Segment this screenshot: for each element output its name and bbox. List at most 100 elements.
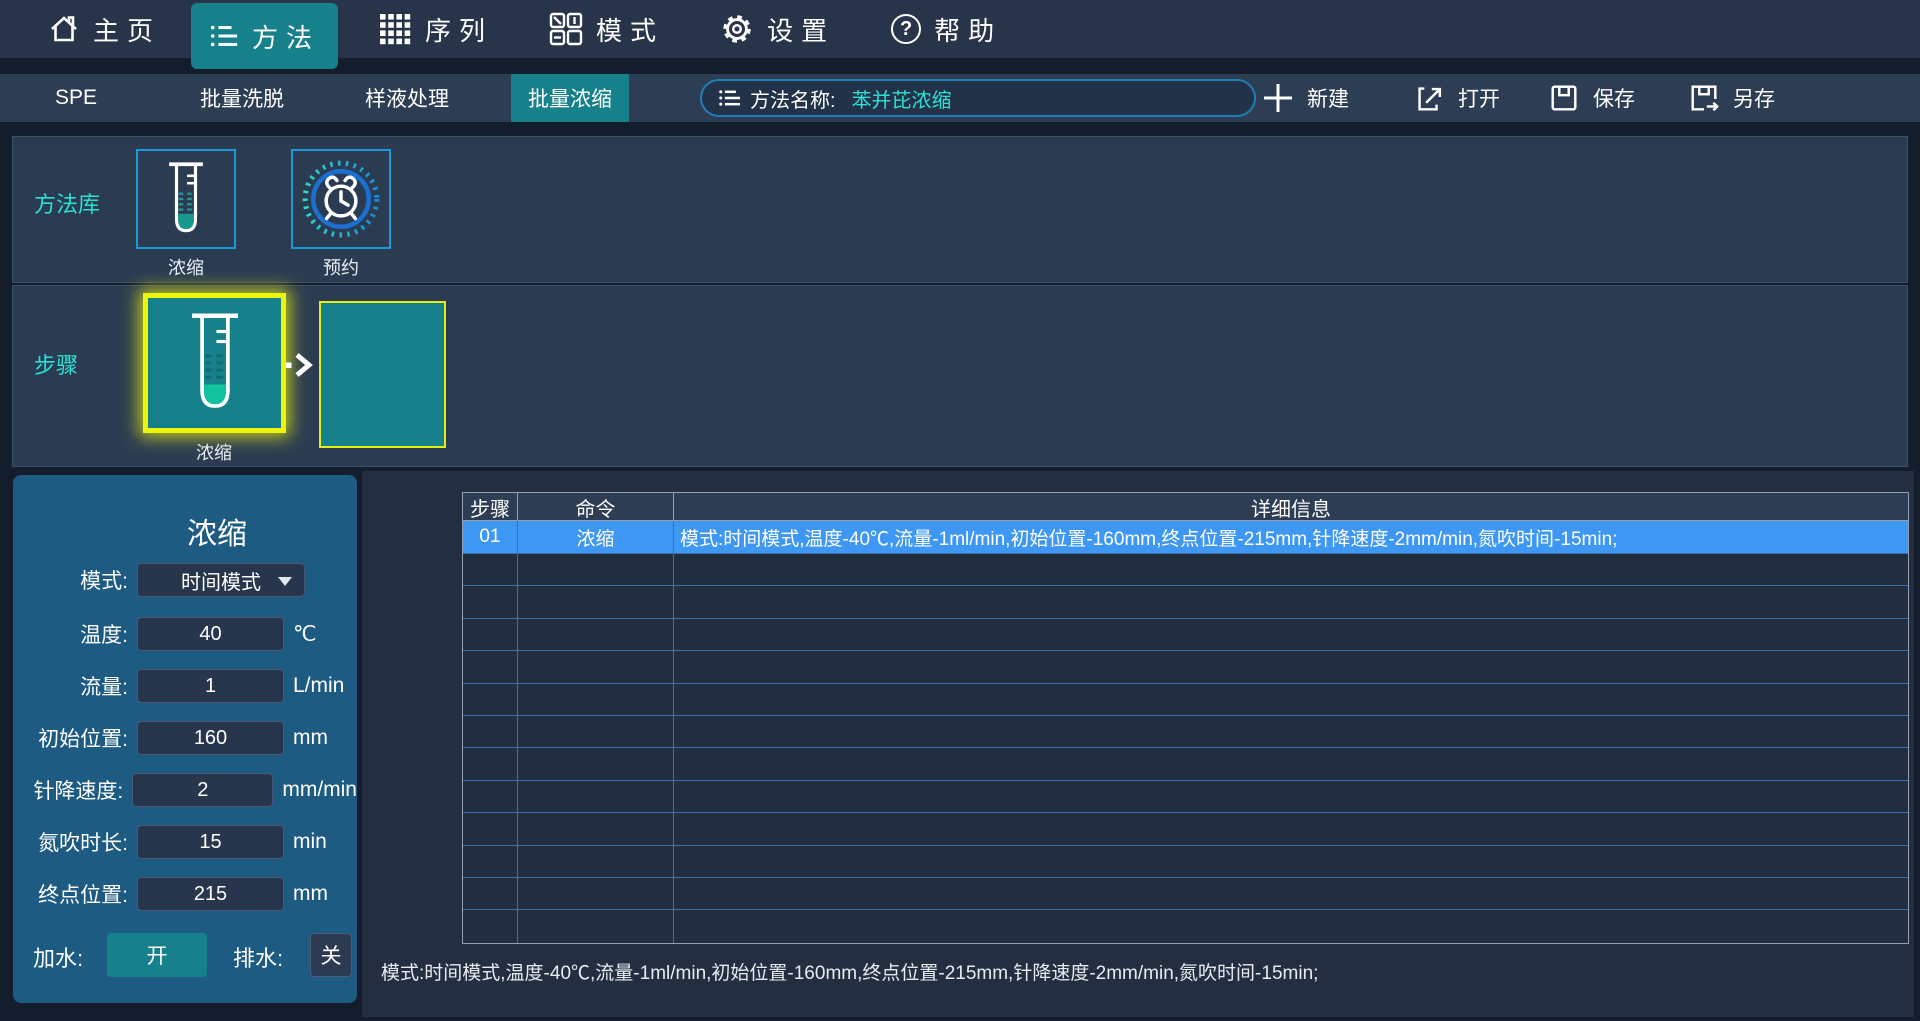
table-row-selected[interactable]: 01 浓缩 模式:时间模式,温度-40℃,流量-1ml/min,初始位置-160… bbox=[463, 521, 1908, 554]
drain-label: 排水: bbox=[233, 941, 283, 973]
method-name-value: 苯并芘浓缩 bbox=[852, 84, 952, 113]
nav-label: 方法 bbox=[252, 18, 320, 55]
test-tube-icon bbox=[182, 310, 248, 416]
nav-item-mode[interactable]: 模式 bbox=[549, 0, 664, 58]
help-icon: ? bbox=[891, 14, 921, 44]
table-row-empty[interactable] bbox=[463, 878, 1908, 910]
field-mode: 模式: 时间模式 bbox=[13, 563, 357, 597]
dropdown-caret-icon bbox=[278, 577, 292, 586]
table-row-empty[interactable] bbox=[463, 716, 1908, 748]
field-unit: min bbox=[293, 830, 327, 854]
field-label: 氮吹时长: bbox=[13, 827, 128, 857]
save-as-button[interactable]: 另存 bbox=[1688, 74, 1775, 122]
table-row-empty[interactable] bbox=[463, 554, 1908, 586]
water-add-toggle[interactable]: 开 bbox=[107, 933, 207, 977]
app-window: 主页 方法 序列 bbox=[0, 0, 1920, 1021]
method-library-section: 方法库 浓缩 bbox=[12, 136, 1908, 283]
new-button[interactable]: 新建 bbox=[1262, 74, 1349, 122]
save-icon bbox=[1548, 82, 1580, 114]
toggle-row: 加水: 开 排水: 关 bbox=[13, 933, 357, 977]
field-label: 流量: bbox=[13, 671, 128, 701]
mode-blocks-icon bbox=[549, 12, 583, 46]
status-text: 模式:时间模式,温度-40℃,流量-1ml/min,初始位置-160mm,终点位… bbox=[381, 958, 1901, 985]
home-icon bbox=[48, 13, 80, 45]
table-row-empty[interactable] bbox=[463, 684, 1908, 716]
table-row-empty[interactable] bbox=[463, 846, 1908, 878]
tab-batch-concentration[interactable]: 批量浓缩 bbox=[511, 74, 629, 122]
steps-table: 步骤 命令 详细信息 01 浓缩 模式:时间模式,温度-40℃,流量-1ml/m… bbox=[462, 492, 1909, 944]
method-name-field[interactable]: 方法名称: 苯并芘浓缩 bbox=[700, 79, 1256, 117]
nav-label: 主页 bbox=[93, 11, 161, 48]
nitrogen-time-input[interactable]: 15 bbox=[137, 825, 284, 859]
field-needle-speed: 针降速度: 2 mm/min bbox=[13, 773, 357, 807]
table-body: 01 浓缩 模式:时间模式,温度-40℃,流量-1ml/min,初始位置-160… bbox=[463, 521, 1908, 943]
nav-item-help[interactable]: ? 帮助 bbox=[891, 0, 1002, 58]
library-item-label: 浓缩 bbox=[116, 254, 256, 280]
col-step: 步骤 bbox=[463, 493, 518, 522]
params-panel: 浓缩 模式: 时间模式 温度: 40 ℃ 流量: 1 L/min 初始位置: 1… bbox=[13, 475, 357, 1003]
arrow-next-icon bbox=[286, 352, 316, 378]
step-item-concentrate[interactable] bbox=[143, 293, 286, 433]
field-label: 温度: bbox=[13, 619, 128, 649]
nav-item-method[interactable]: 方法 bbox=[191, 3, 338, 69]
table-row-empty[interactable] bbox=[463, 781, 1908, 813]
flow-input[interactable]: 1 bbox=[137, 669, 284, 703]
col-detail: 详细信息 bbox=[674, 493, 1908, 522]
field-unit: L/min bbox=[293, 674, 344, 698]
nav-item-home[interactable]: 主页 bbox=[48, 0, 161, 58]
needle-speed-input[interactable]: 2 bbox=[132, 773, 273, 807]
table-header: 步骤 命令 详细信息 bbox=[463, 493, 1908, 521]
col-command: 命令 bbox=[518, 493, 674, 522]
method-tab-bar: SPE 批量洗脱 样液处理 批量浓缩 方法名称: 苯并芘浓缩 bbox=[0, 74, 1920, 122]
water-add-label: 加水: bbox=[33, 941, 83, 973]
table-row-empty[interactable] bbox=[463, 813, 1908, 845]
field-unit: mm/min bbox=[282, 778, 357, 802]
field-label: 针降速度: bbox=[13, 775, 123, 805]
tab-sample-processing[interactable]: 样液处理 bbox=[337, 74, 477, 122]
gear-icon bbox=[720, 12, 754, 46]
open-button[interactable]: 打开 bbox=[1413, 74, 1500, 122]
steps-label: 步骤 bbox=[34, 348, 78, 380]
steps-section: 步骤 浓缩 bbox=[12, 285, 1908, 467]
panel-title: 浓缩 bbox=[13, 509, 357, 553]
field-unit: ℃ bbox=[293, 622, 317, 647]
nav-item-settings[interactable]: 设置 bbox=[720, 0, 835, 58]
test-tube-icon bbox=[161, 160, 211, 238]
plus-icon bbox=[1262, 82, 1294, 114]
nav-item-sequence[interactable]: 序列 bbox=[378, 0, 493, 58]
tab-spe[interactable]: SPE bbox=[36, 74, 116, 122]
field-end-position: 终点位置: 215 mm bbox=[13, 877, 357, 911]
library-item-concentrate[interactable] bbox=[136, 149, 236, 249]
field-temperature: 温度: 40 ℃ bbox=[13, 617, 357, 651]
nav-label: 序列 bbox=[425, 11, 493, 48]
table-row-empty[interactable] bbox=[463, 651, 1908, 683]
field-unit: mm bbox=[293, 882, 328, 906]
step-slot-empty[interactable] bbox=[319, 301, 446, 448]
end-position-input[interactable]: 215 bbox=[137, 877, 284, 911]
method-list-icon bbox=[209, 22, 239, 50]
tab-batch-elution[interactable]: 批量洗脱 bbox=[172, 74, 312, 122]
field-label: 模式: bbox=[13, 565, 128, 595]
table-row-empty[interactable] bbox=[463, 910, 1908, 942]
nav-label: 帮助 bbox=[934, 11, 1002, 48]
table-row-empty[interactable] bbox=[463, 748, 1908, 780]
mode-select[interactable]: 时间模式 bbox=[137, 563, 305, 597]
start-position-input[interactable]: 160 bbox=[137, 721, 284, 755]
list-icon bbox=[718, 88, 740, 108]
step-item-label: 浓缩 bbox=[144, 439, 284, 465]
nav-label: 模式 bbox=[596, 11, 664, 48]
field-label: 终点位置: bbox=[13, 879, 128, 909]
field-start-position: 初始位置: 160 mm bbox=[13, 721, 357, 755]
drain-toggle[interactable]: 关 bbox=[310, 933, 352, 977]
table-row-empty[interactable] bbox=[463, 619, 1908, 651]
top-nav: 主页 方法 序列 bbox=[0, 0, 1920, 58]
library-item-label: 预约 bbox=[271, 254, 411, 280]
library-item-schedule[interactable] bbox=[291, 149, 391, 249]
method-library-label: 方法库 bbox=[34, 187, 100, 219]
table-row-empty[interactable] bbox=[463, 586, 1908, 618]
nav-label: 设置 bbox=[767, 11, 835, 48]
save-as-icon bbox=[1688, 82, 1720, 114]
temperature-input[interactable]: 40 bbox=[137, 617, 284, 651]
method-name-label: 方法名称: bbox=[750, 84, 836, 113]
save-button[interactable]: 保存 bbox=[1548, 74, 1635, 122]
